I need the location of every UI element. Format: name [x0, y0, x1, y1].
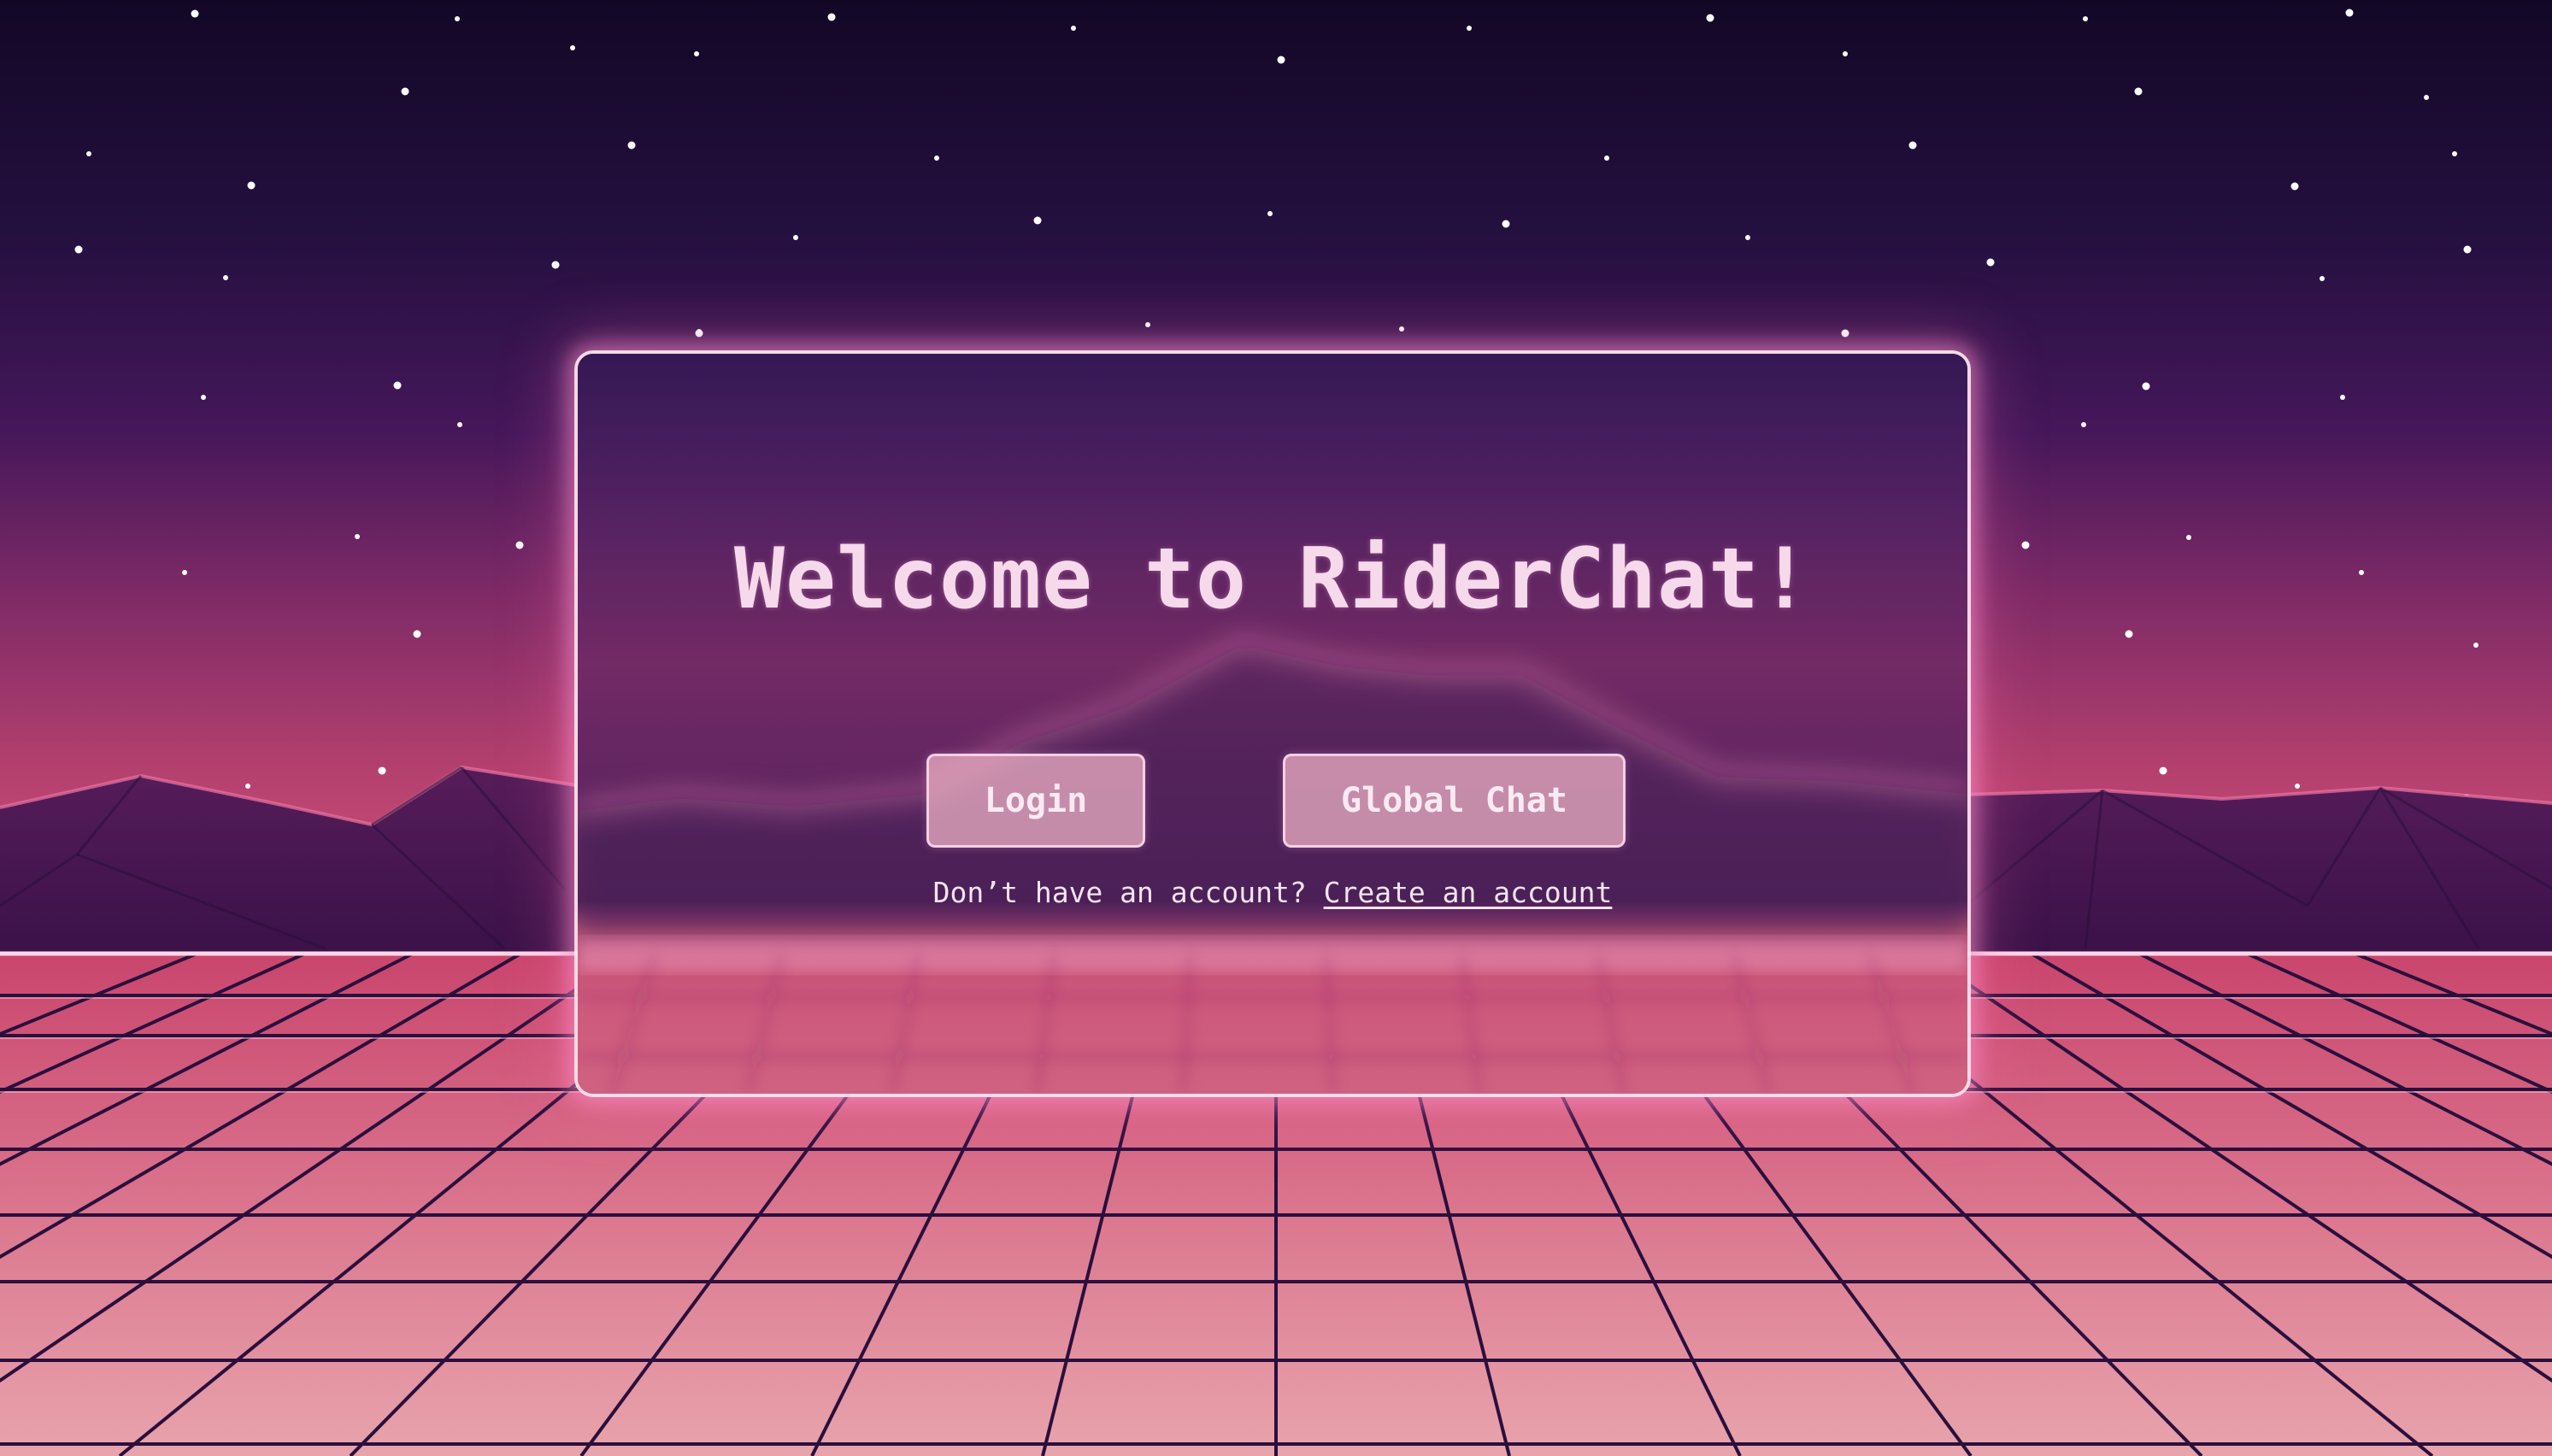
signup-prompt-text: Don’t have an account? — [932, 876, 1324, 909]
page-title: Welcome to RiderChat! — [733, 531, 1812, 628]
login-button[interactable]: Login — [926, 754, 1145, 848]
app-screen: Welcome to RiderChat! Login Global Chat … — [0, 0, 2552, 1456]
signup-prompt-line: Don’t have an account? Create an account — [578, 872, 1967, 914]
global-chat-button[interactable]: Global Chat — [1283, 754, 1626, 848]
create-account-link[interactable]: Create an account — [1324, 876, 1613, 909]
welcome-card: Welcome to RiderChat! Login Global Chat … — [574, 350, 1971, 1097]
card-content: Welcome to RiderChat! Login Global Chat … — [578, 354, 1967, 1094]
